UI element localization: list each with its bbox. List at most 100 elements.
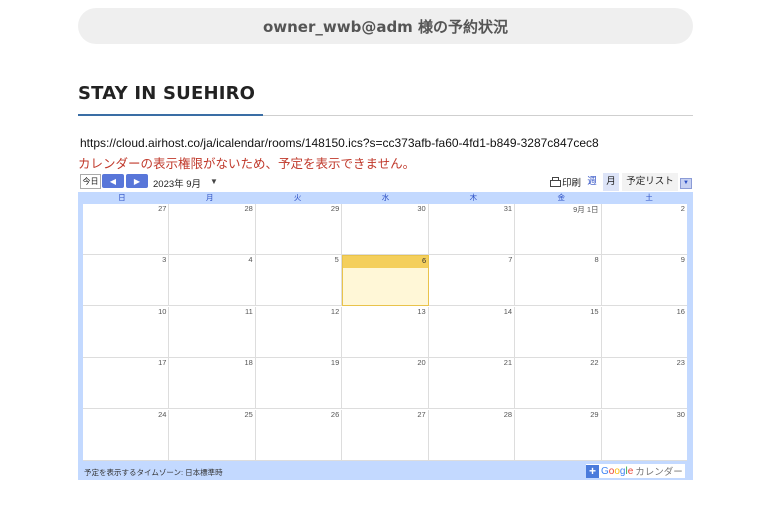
day-cell[interactable]: 21	[429, 358, 516, 410]
print-button[interactable]: 印刷	[549, 175, 581, 189]
weekday-header-cell: 月	[206, 193, 214, 202]
plus-icon: +	[586, 464, 599, 478]
day-number: 14	[503, 306, 513, 316]
chevron-left-icon: ◀	[109, 176, 117, 186]
day-number: 24	[158, 409, 167, 419]
weekday-header-cell: 土	[645, 193, 653, 202]
calendar-feed-url: https://cloud.airhost.co/ja/icalendar/ro…	[80, 136, 599, 150]
day-number: 4	[248, 255, 253, 265]
section-title: STAY IN SUEHIRO	[78, 83, 256, 104]
tab-month[interactable]: 月	[603, 173, 619, 191]
day-number: 9月 1日	[573, 205, 599, 214]
day-cell[interactable]: 15	[515, 306, 602, 358]
day-number: 21	[503, 358, 513, 368]
day-cell[interactable]: 12	[256, 306, 343, 358]
day-cell[interactable]: 9	[602, 255, 687, 306]
calendar-toolbar: 今日 ◀ ▶ 2023年 9月 ▼ 印刷 週 月 予定リスト ▼	[78, 173, 693, 191]
google-logo: Google	[601, 465, 634, 477]
day-number: 17	[158, 358, 167, 368]
day-cell[interactable]: 22	[515, 358, 602, 410]
day-cell[interactable]: 9月 1日	[515, 204, 602, 255]
month-picker-dropdown[interactable]: ▼	[210, 177, 218, 186]
day-number: 12	[330, 306, 340, 316]
owner-status-banner: owner_wwb@adm 様の予約状況	[78, 8, 693, 44]
current-month-label: 2023年 9月	[153, 179, 202, 190]
title-divider-accent	[78, 114, 263, 116]
day-number: 16	[676, 306, 685, 316]
week-row: 10 11 12 13 14 15 16	[83, 306, 687, 358]
week-row: 24 25 26 27 28 29 30	[83, 409, 687, 461]
chevron-right-icon: ▶	[133, 176, 141, 186]
owner-status-text: owner_wwb@adm 様の予約状況	[262, 17, 509, 36]
day-number: 8	[594, 255, 599, 265]
day-number: 6	[421, 256, 427, 266]
day-number: 26	[330, 409, 340, 419]
day-cell[interactable]: 3	[83, 255, 170, 307]
day-number: 3	[162, 255, 167, 265]
tab-agenda[interactable]: 予定リスト	[622, 173, 678, 191]
day-cell[interactable]: 25	[169, 409, 256, 461]
day-cell[interactable]: 10	[83, 306, 170, 358]
timezone-note: 予定を表示するタイムゾーン: 日本標準時	[84, 468, 223, 477]
printer-icon	[549, 177, 561, 187]
week-row: 27 28 29 30 31 9月 1日 2	[83, 204, 687, 255]
today-button[interactable]: 今日	[80, 174, 101, 189]
tab-week[interactable]: 週	[584, 173, 600, 191]
day-number: 5	[334, 255, 339, 265]
day-cell[interactable]: 18	[169, 358, 256, 410]
day-number: 31	[503, 204, 513, 213]
day-cell[interactable]: 19	[256, 358, 343, 410]
day-number: 28	[503, 409, 513, 419]
day-cell[interactable]: 28	[429, 409, 516, 461]
today-highlight-header	[342, 256, 429, 269]
day-cell[interactable]: 29	[515, 409, 602, 461]
day-number: 22	[590, 358, 599, 368]
week-row: 3 4 5 6 7 8 9	[83, 255, 687, 307]
weekday-header-row: 日月火水木金土	[78, 192, 693, 203]
prev-month-button[interactable]: ◀	[102, 174, 124, 188]
month-grid-frame: 日月火水木金土 27 28 29 30 31 9月 1日 2 3 4 5 6 7 8 9 10 11 12 13 1…	[78, 192, 693, 480]
google-calendar-label: カレンダー	[635, 467, 683, 478]
month-grid: 27 28 29 30 31 9月 1日 2 3 4 5 6 7 8 9 10 11 12 13 14 15 16 17 1…	[83, 204, 687, 461]
day-cell[interactable]: 7	[429, 255, 516, 307]
day-cell[interactable]: 27	[83, 204, 170, 255]
weekday-header-cell: 日	[118, 193, 126, 202]
day-cell[interactable]: 31	[429, 204, 516, 255]
day-cell[interactable]: 5	[256, 255, 342, 307]
day-number: 9	[680, 255, 685, 265]
day-cell[interactable]: 17	[83, 358, 170, 410]
day-cell[interactable]: 16	[602, 307, 687, 358]
day-number: 29	[330, 204, 340, 213]
day-cell[interactable]: 30	[342, 204, 429, 255]
day-cell[interactable]: 26	[256, 409, 343, 461]
weekday-header-cell: 木	[469, 193, 478, 202]
day-cell[interactable]: 29	[256, 204, 343, 255]
day-cell[interactable]: 20	[342, 358, 429, 410]
day-number: 15	[590, 306, 599, 316]
day-cell[interactable]: 30	[602, 410, 687, 461]
day-cell[interactable]: 14	[429, 306, 516, 358]
day-cell[interactable]: 8	[515, 255, 602, 307]
day-cell[interactable]: 28	[169, 204, 256, 255]
weekday-header-cell: 火	[293, 193, 302, 202]
print-label: 印刷	[562, 178, 582, 189]
day-cell[interactable]: 4	[169, 255, 256, 307]
google-calendar-add-button[interactable]: + Google カレンダー	[586, 464, 685, 478]
week-row: 17 18 19 20 21 22 23	[83, 358, 687, 410]
day-cell[interactable]: 2	[602, 204, 687, 255]
day-cell[interactable]: 13	[342, 306, 429, 358]
day-cell[interactable]: 23	[602, 358, 687, 409]
day-cell[interactable]: 24	[83, 409, 170, 461]
day-cell[interactable]: 11	[169, 306, 256, 358]
agenda-dropdown-button[interactable]: ▼	[680, 178, 692, 189]
day-number: 30	[676, 409, 685, 419]
day-number: 27	[158, 204, 167, 213]
day-number: 25	[244, 409, 253, 419]
day-number: 7	[508, 255, 513, 265]
day-number: 10	[158, 306, 167, 316]
day-cell-today[interactable]: 6	[341, 255, 430, 307]
day-number: 23	[676, 358, 685, 368]
day-number: 27	[417, 409, 426, 419]
next-month-button[interactable]: ▶	[126, 174, 148, 188]
day-cell[interactable]: 27	[342, 409, 429, 461]
